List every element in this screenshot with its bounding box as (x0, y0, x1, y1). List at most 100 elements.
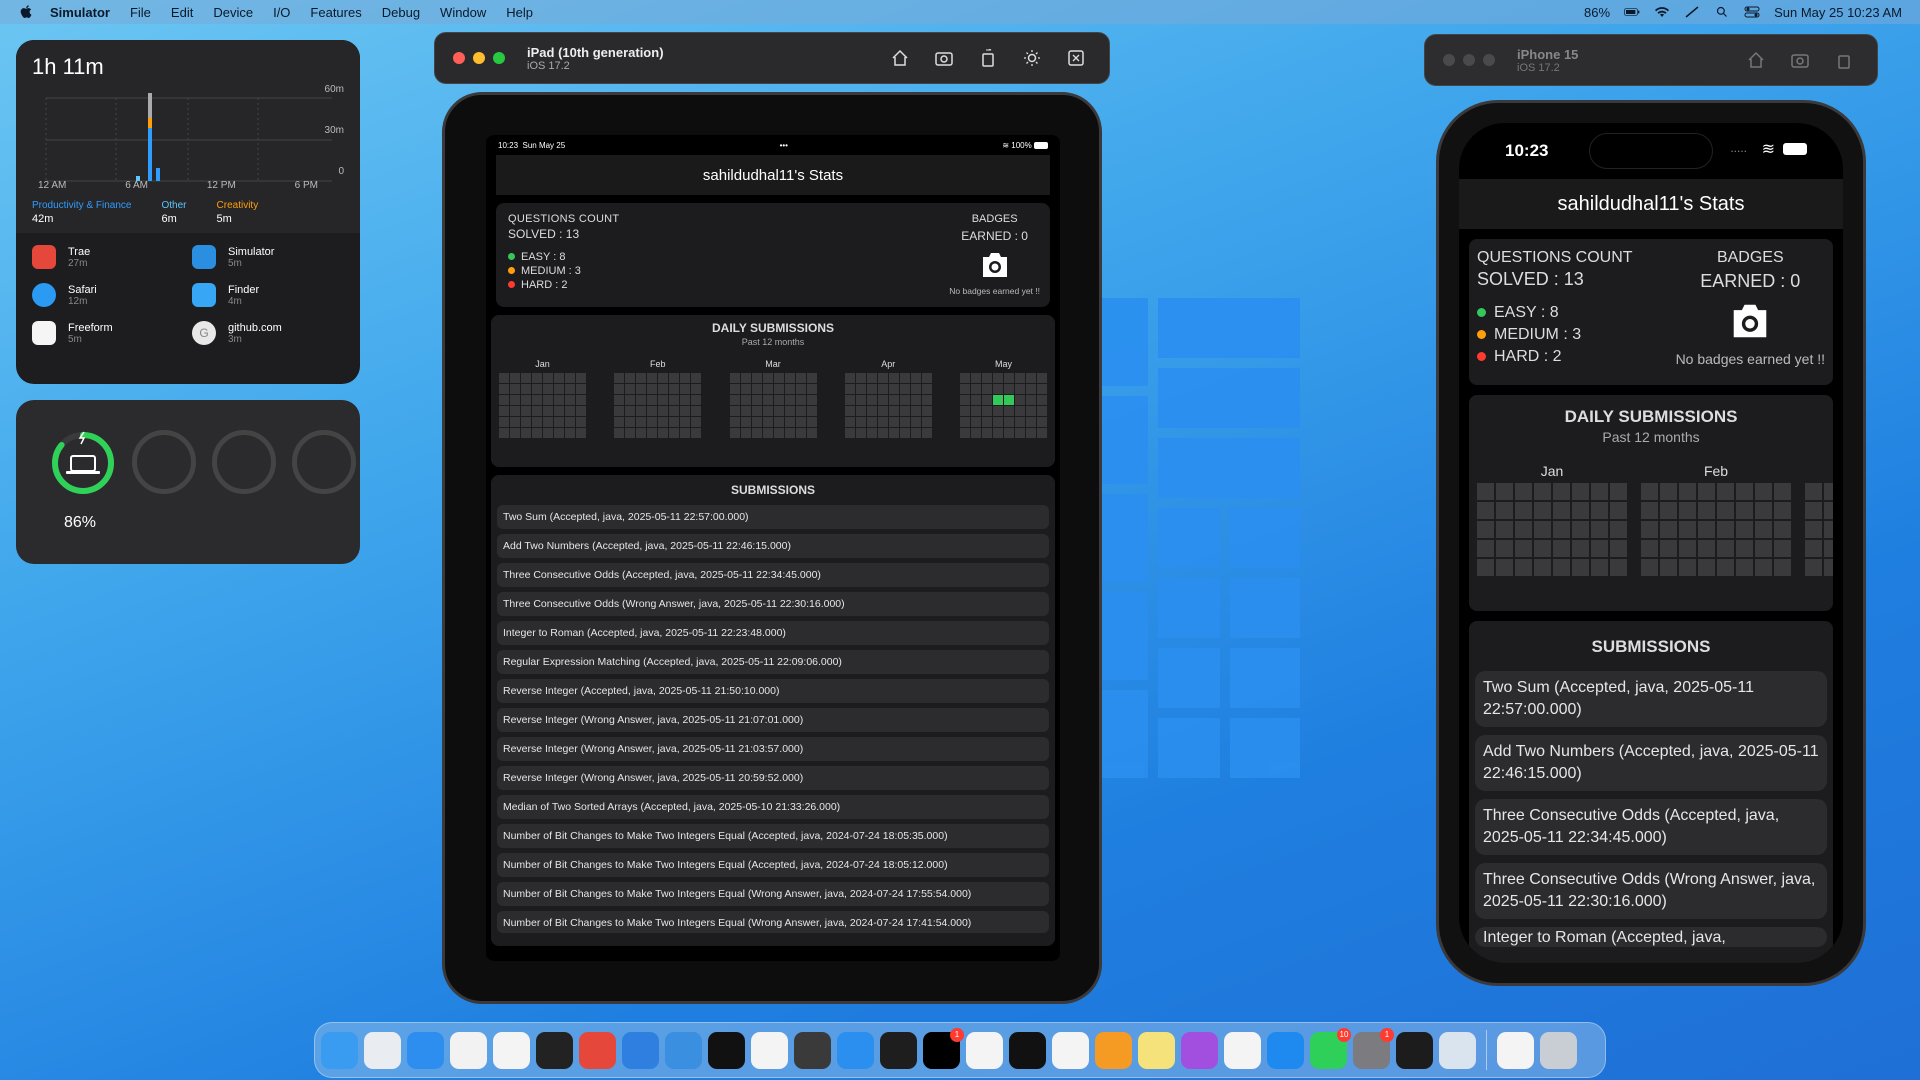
submission-row[interactable]: Integer to Roman (Accepted, java, 2025-0… (497, 621, 1049, 645)
close-button[interactable] (1443, 54, 1455, 66)
submissions-list[interactable]: Two Sum (Accepted, java, 2025-05-11 22:5… (1475, 671, 1827, 919)
multitasking-dots[interactable]: ••• (780, 141, 788, 150)
claude-icon[interactable] (1497, 1031, 1534, 1069)
app-usage-finder[interactable]: Finder 4m (192, 283, 352, 307)
submission-row[interactable]: Regular Expression Matching (Accepted, j… (497, 650, 1049, 674)
xcode-icon[interactable] (622, 1031, 659, 1069)
submission-row[interactable]: Reverse Integer (Wrong Answer, java, 202… (497, 737, 1049, 761)
screenshot-icon[interactable] (935, 49, 953, 67)
menu-debug[interactable]: Debug (382, 5, 420, 20)
submission-row[interactable]: Three Consecutive Odds (Wrong Answer, ja… (497, 592, 1049, 616)
submission-row[interactable]: Three Consecutive Odds (Accepted, java, … (497, 563, 1049, 587)
textedit-icon[interactable] (493, 1031, 530, 1069)
screen-time-widget[interactable]: 1h 11m 60m 30m 0 12 AM 6 AM 12 PM 6 PM P… (16, 40, 360, 384)
bluesky-icon[interactable] (837, 1031, 874, 1069)
github-icon[interactable] (1009, 1031, 1046, 1069)
daily-submissions-subtitle: Past 12 months (741, 337, 805, 347)
close-button[interactable] (453, 52, 465, 64)
app-usage-github[interactable]: G github.com 3m (192, 321, 352, 345)
menu-file[interactable]: File (130, 5, 151, 20)
pages-icon[interactable] (1095, 1031, 1132, 1069)
submission-row[interactable]: Number of Bit Changes to Make Two Intege… (497, 853, 1049, 877)
submission-row[interactable]: Median of Two Sorted Arrays (Accepted, j… (497, 795, 1049, 819)
battery-widget[interactable]: 86% (16, 400, 360, 564)
battery-icon[interactable] (1624, 6, 1640, 18)
iphone-screen[interactable]: 10:23 ..... ≋ sahildudhal11's Stats QUES… (1459, 123, 1843, 963)
iphone-simulator-titlebar[interactable]: iPhone 15 iOS 17.2 (1424, 34, 1878, 86)
submission-row[interactable]: Reverse Integer (Wrong Answer, java, 202… (497, 708, 1049, 732)
trae-icon[interactable] (579, 1031, 616, 1069)
menu-help[interactable]: Help (506, 5, 533, 20)
apple-icon[interactable] (18, 5, 36, 19)
menu-app-name[interactable]: Simulator (50, 5, 110, 20)
submission-row[interactable]: Two Sum (Accepted, java, 2025-05-11 22:5… (497, 505, 1049, 529)
terminal-icon[interactable] (536, 1031, 573, 1069)
safari-icon[interactable] (407, 1031, 444, 1069)
minimize-button[interactable] (1463, 54, 1475, 66)
menu-edit[interactable]: Edit (171, 5, 193, 20)
finder-icon[interactable] (321, 1031, 358, 1069)
rotate-icon[interactable] (979, 49, 997, 67)
heatmap-cell (625, 406, 636, 416)
menu-datetime[interactable]: Sun May 25 10:23 AM (1774, 5, 1902, 20)
app-usage-trae[interactable]: Trae 27m (32, 245, 192, 269)
preview-icon[interactable] (1439, 1031, 1476, 1069)
submission-row[interactable]: Reverse Integer (Accepted, java, 2025-05… (497, 679, 1049, 703)
figma-icon[interactable] (880, 1031, 917, 1069)
submission-row[interactable]: Add Two Numbers (Accepted, java, 2025-05… (1475, 735, 1827, 791)
freeform-icon[interactable] (1224, 1031, 1261, 1069)
submission-row[interactable]: Integer to Roman (Accepted, java, (1475, 927, 1827, 947)
x-icon[interactable]: 1 (923, 1027, 964, 1069)
wifi-icon[interactable] (1654, 6, 1670, 18)
menu-features[interactable]: Features (310, 5, 361, 20)
minimize-button[interactable] (473, 52, 485, 64)
zoom-button[interactable] (493, 52, 505, 64)
submission-row[interactable]: Reverse Integer (Wrong Answer, java, 202… (497, 766, 1049, 790)
screenshot-icon[interactable] (1791, 51, 1809, 69)
laptop-battery-ring (52, 431, 114, 494)
sublime-icon[interactable] (794, 1031, 831, 1069)
simulator-icon[interactable] (665, 1031, 702, 1069)
home-icon[interactable] (1747, 51, 1765, 69)
no-badges-text: No badges earned yet !! (949, 286, 1040, 296)
launchpad-icon[interactable] (364, 1031, 401, 1069)
menu-device[interactable]: Device (213, 5, 253, 20)
menu-io[interactable]: I/O (273, 5, 290, 20)
submission-row[interactable]: Number of Bit Changes to Make Two Intege… (497, 824, 1049, 848)
app-store-icon[interactable] (751, 1031, 788, 1069)
zoom-button[interactable] (1483, 54, 1495, 66)
whatsapp-icon[interactable]: 10 (1310, 1027, 1351, 1069)
ipad-screen[interactable]: 10:23 Sun May 25 ••• ≋ 100% sahildudhal1… (486, 135, 1060, 961)
activity-monitor-icon[interactable] (1396, 1031, 1433, 1069)
control-icon[interactable] (1684, 6, 1700, 18)
side-button-icon[interactable] (1067, 49, 1085, 67)
appearance-icon[interactable] (1023, 49, 1041, 67)
submission-row[interactable]: Three Consecutive Odds (Accepted, java, … (1475, 799, 1827, 855)
notes-icon[interactable] (1138, 1031, 1175, 1069)
submission-row[interactable]: Add Two Numbers (Accepted, java, 2025-05… (497, 534, 1049, 558)
submission-row[interactable]: Number of Bit Changes to Make Two Intege… (497, 911, 1049, 933)
ipad-simulator-titlebar[interactable]: iPad (10th generation) iOS 17.2 (434, 32, 1110, 84)
menu-window[interactable]: Window (440, 5, 486, 20)
battery-percent[interactable]: 86% (1584, 5, 1610, 20)
podcasts-icon[interactable] (1181, 1031, 1218, 1069)
submissions-list[interactable]: Two Sum (Accepted, java, 2025-05-11 22:5… (497, 505, 1049, 933)
submission-row[interactable]: Two Sum (Accepted, java, 2025-05-11 22:5… (1475, 671, 1827, 727)
app-usage-simulator[interactable]: Simulator 5m (192, 245, 352, 269)
reminders-icon[interactable] (1052, 1031, 1089, 1069)
chrome-icon[interactable] (450, 1031, 487, 1069)
search-icon[interactable] (1714, 6, 1730, 18)
home-icon[interactable] (891, 49, 909, 67)
submission-row[interactable]: Number of Bit Changes to Make Two Intege… (497, 882, 1049, 906)
system-settings-icon[interactable]: 1 (1353, 1027, 1394, 1069)
app-usage-freeform[interactable]: Freeform 5m (32, 321, 192, 345)
submission-row[interactable]: Three Consecutive Odds (Wrong Answer, ja… (1475, 863, 1827, 919)
app-usage-safari[interactable]: Safari 12m (32, 283, 192, 307)
control-center-icon[interactable] (1744, 6, 1760, 18)
trash-icon[interactable] (1540, 1031, 1577, 1069)
heatmap-cell (1026, 384, 1036, 394)
signal-icon[interactable] (966, 1031, 1003, 1069)
intellij-icon[interactable] (708, 1031, 745, 1069)
app-store-blue-icon[interactable] (1267, 1031, 1304, 1069)
rotate-icon[interactable] (1835, 51, 1853, 69)
